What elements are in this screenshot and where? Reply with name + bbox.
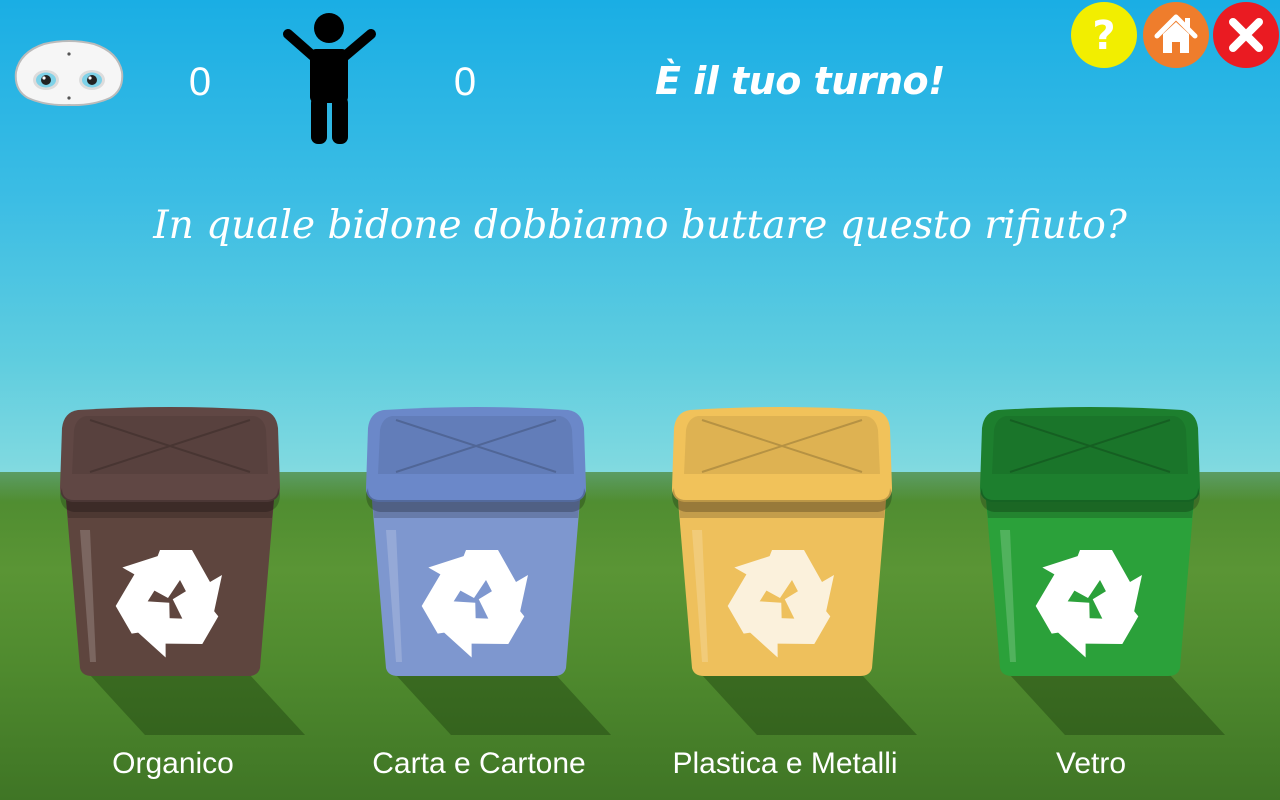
close-button[interactable] <box>1213 2 1279 68</box>
bin-label-carta-cartone: Carta e Cartone <box>372 747 586 780</box>
close-icon <box>1213 2 1279 68</box>
bin-organico[interactable] <box>50 400 305 735</box>
bin-carta-cartone[interactable] <box>356 400 611 735</box>
bin-organico-graphic <box>60 407 305 735</box>
bin-vetro[interactable] <box>970 400 1225 735</box>
bin-vetro-graphic <box>980 407 1225 735</box>
bin-carta-cartone-graphic <box>366 407 611 735</box>
help-button[interactable]: ? <box>1071 2 1137 68</box>
bin-plastica-metalli-graphic <box>672 407 917 735</box>
help-button-glyph: ? <box>1092 13 1115 59</box>
question-prompt: In quale bidone dobbiamo buttare questo … <box>153 203 1127 248</box>
player-score: 0 <box>453 60 477 104</box>
robot-face-icon <box>14 40 124 107</box>
home-button[interactable] <box>1143 2 1209 68</box>
bin-plastica-metalli[interactable] <box>662 400 917 735</box>
turn-indicator: È il tuo turno! <box>655 59 945 103</box>
child-figure-icon <box>282 12 378 146</box>
question-mark-icon: ? <box>1071 2 1137 68</box>
bin-label-vetro: Vetro <box>1055 747 1127 780</box>
bin-label-organico: Organico <box>112 747 234 780</box>
home-icon <box>1143 2 1209 68</box>
bin-label-plastica-metalli: Plastica e Metalli <box>672 747 898 780</box>
robot-score: 0 <box>188 60 212 104</box>
